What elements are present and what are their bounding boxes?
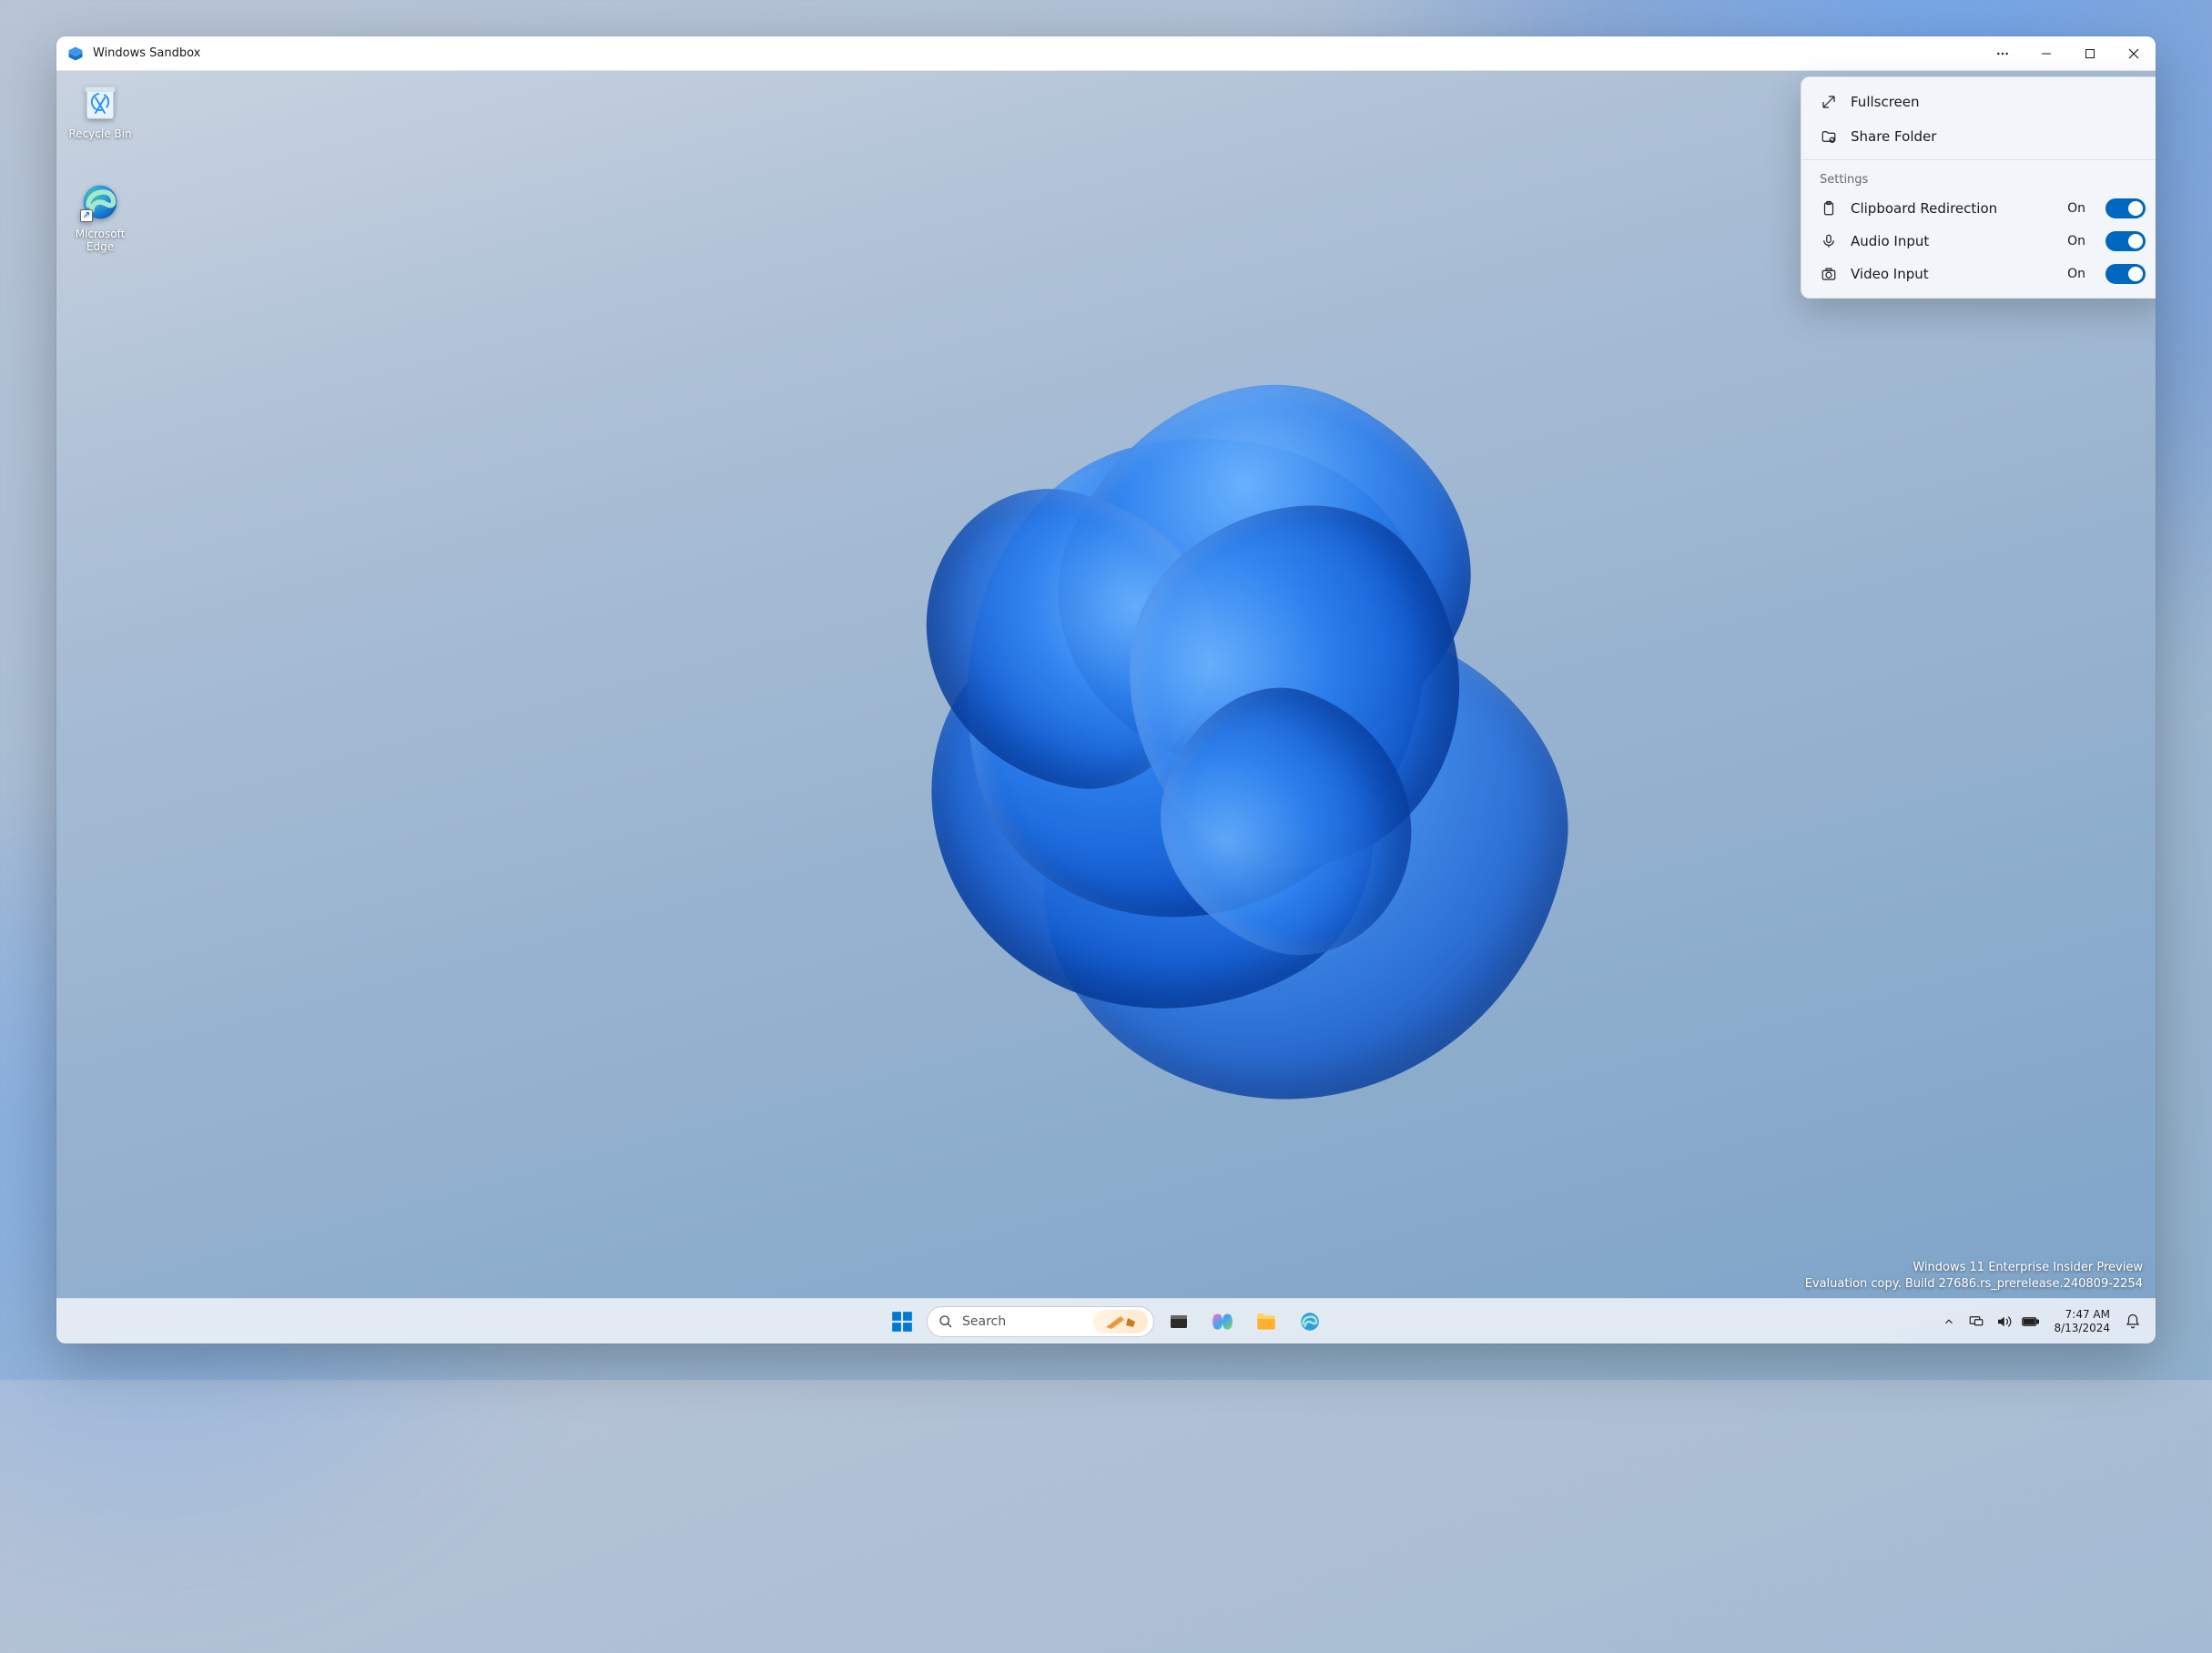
sandbox-app-icon bbox=[67, 46, 84, 62]
titlebar: Windows Sandbox bbox=[56, 36, 2156, 71]
microphone-icon bbox=[1820, 232, 1838, 250]
menu-separator bbox=[1801, 159, 2156, 160]
window-title: Windows Sandbox bbox=[93, 46, 200, 60]
maximize-button[interactable] bbox=[2068, 36, 2112, 71]
menu-share-folder[interactable]: Share Folder bbox=[1801, 119, 2156, 154]
options-dropdown: Fullscreen Share Folder Settings Clipboa… bbox=[1801, 76, 2156, 299]
desktop-icon-edge[interactable]: ↗ Microsoft Edge bbox=[64, 180, 137, 253]
system-tray: 7:47 AM 8/13/2024 bbox=[1939, 1308, 2156, 1334]
shortcut-arrow-icon: ↗ bbox=[80, 209, 93, 222]
setting-clipboard-redirection: Clipboard Redirection On bbox=[1801, 192, 2156, 225]
camera-icon bbox=[1820, 265, 1838, 283]
recycle-bin-icon bbox=[78, 80, 122, 124]
desktop-icon-recycle-bin-label: Recycle Bin bbox=[64, 127, 137, 140]
tray-display-icon[interactable] bbox=[1966, 1312, 1986, 1332]
taskbar-edge[interactable] bbox=[1291, 1303, 1329, 1341]
watermark: Windows 11 Enterprise Insider Preview Ev… bbox=[1805, 1260, 2143, 1293]
tray-battery-icon[interactable] bbox=[2021, 1312, 2041, 1332]
tray-date: 8/13/2024 bbox=[2054, 1322, 2110, 1334]
setting-video-state: On bbox=[2067, 267, 2085, 281]
watermark-line-2: Evaluation copy. Build 27686.rs_prerelea… bbox=[1805, 1276, 2143, 1293]
sandbox-window: Windows Sandbox Fullscreen Share Folder bbox=[56, 36, 2156, 1344]
taskbar-center: Search bbox=[883, 1303, 1329, 1341]
more-options-button[interactable] bbox=[1981, 36, 2024, 71]
setting-audio-input: Audio Input On bbox=[1801, 225, 2156, 258]
taskbar: Search bbox=[56, 1298, 2156, 1344]
watermark-line-1: Windows 11 Enterprise Insider Preview bbox=[1805, 1260, 2143, 1276]
setting-audio-toggle[interactable] bbox=[2105, 231, 2146, 251]
taskbar-task-view[interactable] bbox=[1160, 1303, 1198, 1341]
minimize-button[interactable] bbox=[2024, 36, 2068, 71]
share-folder-icon bbox=[1820, 127, 1838, 146]
tray-notifications-button[interactable] bbox=[2123, 1312, 2143, 1332]
setting-video-toggle[interactable] bbox=[2105, 264, 2146, 284]
desktop-icon-recycle-bin[interactable]: Recycle Bin bbox=[64, 80, 137, 140]
setting-audio-state: On bbox=[2067, 234, 2085, 248]
start-button[interactable] bbox=[883, 1303, 921, 1341]
setting-clipboard-state: On bbox=[2067, 201, 2085, 216]
taskbar-file-explorer[interactable] bbox=[1247, 1303, 1285, 1341]
search-icon bbox=[939, 1314, 953, 1329]
taskbar-copilot[interactable] bbox=[1203, 1303, 1242, 1341]
taskbar-search-placeholder: Search bbox=[962, 1314, 1006, 1329]
fullscreen-icon bbox=[1820, 93, 1838, 111]
tray-overflow-button[interactable] bbox=[1939, 1312, 1959, 1332]
tray-time: 7:47 AM bbox=[2054, 1308, 2110, 1321]
edge-icon: ↗ bbox=[78, 180, 122, 224]
tray-volume-icon[interactable] bbox=[1994, 1312, 2014, 1332]
tray-clock[interactable]: 7:47 AM 8/13/2024 bbox=[2054, 1308, 2110, 1334]
desktop-icon-edge-label-2: Edge bbox=[64, 240, 137, 253]
setting-video-label: Video Input bbox=[1851, 266, 2055, 282]
clipboard-icon bbox=[1820, 199, 1838, 218]
setting-clipboard-label: Clipboard Redirection bbox=[1851, 200, 2055, 217]
settings-header: Settings bbox=[1801, 166, 2156, 192]
taskbar-search[interactable]: Search bbox=[927, 1306, 1154, 1337]
desktop-icon-edge-label-1: Microsoft bbox=[64, 228, 137, 240]
wallpaper-bloom bbox=[778, 275, 1643, 1140]
menu-share-folder-label: Share Folder bbox=[1851, 128, 1936, 145]
setting-audio-label: Audio Input bbox=[1851, 233, 2055, 249]
close-button[interactable] bbox=[2112, 36, 2156, 71]
menu-fullscreen-label: Fullscreen bbox=[1851, 94, 1920, 110]
setting-clipboard-toggle[interactable] bbox=[2105, 198, 2146, 218]
search-highlight-icon bbox=[1093, 1310, 1148, 1334]
menu-fullscreen[interactable]: Fullscreen bbox=[1801, 85, 2156, 119]
setting-video-input: Video Input On bbox=[1801, 258, 2156, 290]
